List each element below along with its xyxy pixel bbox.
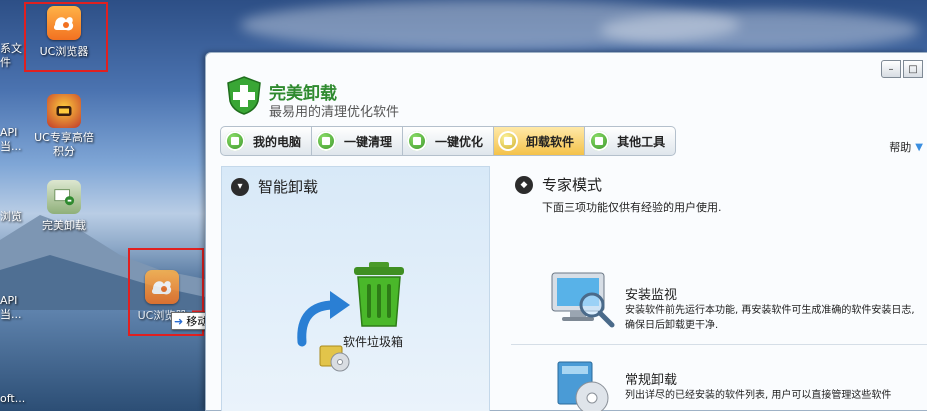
expert-mode-panel: ◆ 专家模式 下面三项功能仅供有经验的用户使用. 安装监视 安装软件前先运行本功… (511, 166, 927, 411)
expert-mode-title: 专家模式 (542, 176, 603, 194)
uninstall-icon (498, 131, 519, 151)
tools-icon (589, 131, 610, 151)
desktop-icon-uc-points[interactable]: UC专享高倍积分 (26, 94, 102, 159)
smart-uninstall-panel: ▾ 智能卸载 软件垃圾箱 (221, 166, 490, 411)
tab-my-computer[interactable]: 我的电脑 (220, 126, 313, 156)
tab-label: 一键优化 (435, 134, 484, 149)
help-menu[interactable]: 帮助 ▼ (889, 139, 923, 155)
perfect-uninstall-icon (47, 180, 81, 214)
install-monitor-description: 安装软件前先运行本功能, 再安装软件可生成准确的软件安装日志, 确保日后卸载更干… (625, 305, 915, 331)
desktop-icon-label: 完美卸载 (42, 219, 86, 232)
smart-uninstall-title: 智能卸载 (258, 178, 319, 196)
tab-one-click-clean[interactable]: 一键清理 (312, 126, 404, 156)
app-logo-icon (227, 76, 261, 115)
desktop-fragment: API (0, 126, 18, 139)
maximize-button[interactable]: □ (903, 60, 923, 78)
tab-uninstall-software[interactable]: 卸载软件 (494, 126, 586, 156)
move-arrow-icon: ➜ (174, 314, 184, 328)
main-tabs: 我的电脑 一键清理 一键优化 卸载软件 其他工具 (220, 126, 677, 156)
install-monitor-icon[interactable] (550, 269, 616, 333)
regular-uninstall-description: 列出详尽的已经安装的软件列表, 用户可以直接管理这些软件 (625, 390, 892, 401)
install-monitor-title[interactable]: 安装监视 (625, 284, 677, 303)
expert-mode-description: 下面三项功能仅供有经验的用户使用. (542, 201, 722, 214)
trash-bin-label[interactable]: 软件垃圾箱 (343, 333, 403, 350)
expert-icon: ◆ (515, 175, 533, 194)
regular-uninstall-icon[interactable] (550, 356, 616, 411)
desktop-fragment: 系文 (0, 42, 22, 55)
desktop-fragment: 当... (0, 308, 22, 321)
desktop-fragment: API (0, 294, 18, 307)
trash-bin-icon[interactable] (352, 262, 406, 328)
optimize-icon (407, 131, 428, 151)
sky-cloud (600, 10, 920, 50)
highlight-box (24, 2, 108, 72)
tab-label: 我的电脑 (253, 134, 302, 149)
tab-label: 其他工具 (617, 134, 666, 149)
tab-label: 卸载软件 (526, 134, 575, 149)
clean-icon (316, 131, 337, 151)
tab-other-tools[interactable]: 其他工具 (585, 126, 677, 156)
desktop-icon-perfect-uninstall[interactable]: 完美卸载 (26, 180, 102, 233)
desktop-fragment: oft... (0, 392, 26, 405)
expert-mode-header: ◆ 专家模式 (515, 174, 602, 195)
window-controls: – □ (879, 60, 923, 78)
cart-icon: ▾ (231, 177, 249, 196)
desktop-icon-label: UC专享高倍积分 (34, 131, 94, 158)
app-subtitle: 最易用的清理优化软件 (269, 105, 400, 120)
desktop-fragment: 浏览 (0, 210, 22, 223)
tab-label: 一键清理 (344, 134, 393, 149)
help-label: 帮助 (889, 141, 912, 154)
desktop-fragment: 件 (0, 56, 11, 69)
software-disk-icon (319, 345, 350, 372)
app-window: – □ 完美卸载 最易用的清理优化软件 我的电脑 一键清理 一键优化 卸载软件 … (205, 52, 927, 411)
desktop-fragment: 当... (0, 140, 22, 153)
chevron-down-icon: ▼ (915, 141, 923, 153)
computer-icon (225, 131, 245, 151)
smart-uninstall-header: ▾ 智能卸载 (231, 176, 318, 197)
section-divider (511, 344, 927, 345)
tab-one-click-optimize[interactable]: 一键优化 (403, 126, 495, 156)
minimize-button[interactable]: – (881, 60, 901, 78)
uc-points-icon (47, 94, 81, 128)
regular-uninstall-title[interactable]: 常规卸载 (625, 369, 677, 388)
